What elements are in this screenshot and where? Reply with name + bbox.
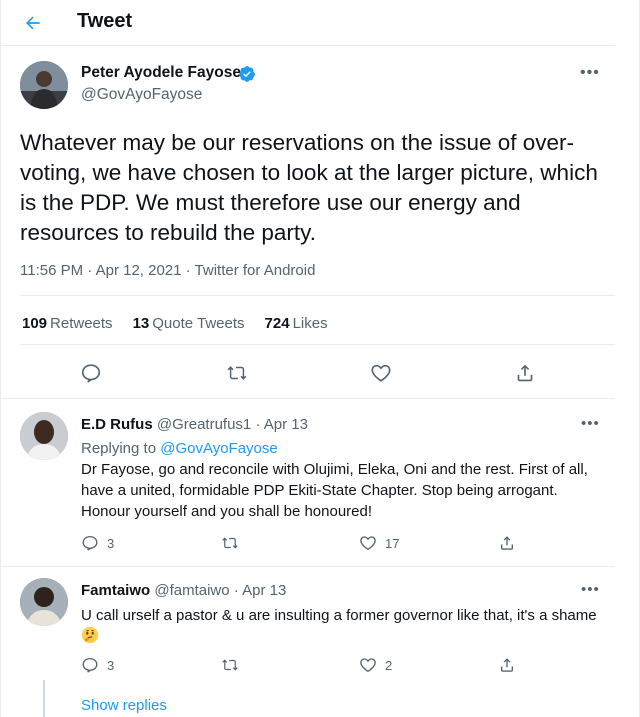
show-replies-link[interactable]: Show replies [81,697,167,714]
reply-button[interactable]: 3 [81,656,114,674]
page-title: Tweet [77,10,133,32]
reply-count: 3 [107,657,115,673]
reply-handle-time[interactable]: @famtaiwo · Apr 13 [154,582,286,599]
likes-count: 724 [264,315,290,332]
share-button[interactable] [498,656,516,674]
author-handle[interactable]: @GovAyoFayose [81,86,202,104]
reply-button[interactable]: 3 [81,534,114,552]
retweets-stat[interactable]: 109 Retweets [22,315,113,332]
tweet-timestamp[interactable]: 11:56 PM · Apr 12, 2021 · Twitter for An… [20,262,315,279]
like-icon [360,536,376,551]
reply-icon [82,657,98,673]
reply-author-name[interactable]: E.D Rufus [81,416,153,433]
like-icon [371,364,391,382]
retweet-button[interactable] [220,656,248,674]
like-button[interactable]: 17 [359,534,399,552]
more-options-icon[interactable]: ••• [580,64,600,82]
share-button[interactable] [510,358,540,388]
share-button[interactable] [498,534,516,552]
retweets-count: 109 [22,315,48,332]
reply-button[interactable] [76,358,106,388]
tweet-stats: 109 Retweets 13 Quote Tweets 724 Likes [22,315,328,332]
retweet-icon [227,366,247,380]
share-icon [501,658,513,672]
author-avatar[interactable] [20,61,68,109]
more-options-icon[interactable]: ••• [581,581,600,598]
quote-tweets-count: 13 [132,315,150,332]
back-button[interactable] [19,9,47,37]
reply-actions: 3 2 [81,656,601,678]
reply-text-container: U call urself a pastor & u are insulting… [81,605,601,648]
reply-avatar[interactable] [20,578,68,626]
replying-to: Replying to @GovAyoFayose [81,440,278,457]
divider [1,566,615,567]
verified-badge-icon [239,66,255,82]
retweets-label: Retweets [50,315,113,332]
avatar-photo [20,412,68,460]
share-icon [517,364,533,382]
quote-tweets-stat[interactable]: 13 Quote Tweets [133,315,245,332]
tweet-page: Tweet Peter Ayodele Fayose @GovAyoFayose… [0,0,640,717]
reply-avatar[interactable] [20,412,68,460]
likes-stat[interactable]: 724 Likes [265,315,328,332]
reply-header: E.D Rufus @Greatrufus1 · Apr 13 [81,416,308,433]
reply-author-name[interactable]: Famtaiwo [81,582,150,599]
like-count: 17 [385,535,400,551]
retweet-button[interactable] [222,358,252,388]
like-count: 2 [385,657,393,673]
retweet-icon [222,659,238,671]
reply-text: Dr Fayose, go and reconcile with Olujimi… [81,461,588,520]
divider [20,344,615,345]
likes-label: Likes [292,315,328,332]
reply-text: U call urself a pastor & u are insulting… [81,607,597,624]
thread-line [43,680,45,717]
reply-icon [81,364,101,383]
reply-handle-time[interactable]: @Greatrufus1 · Apr 13 [157,416,308,433]
retweet-icon [222,537,238,549]
mention-link[interactable]: @GovAyoFayose [160,440,278,457]
like-button[interactable] [366,358,396,388]
retweet-button[interactable] [220,534,248,552]
replying-to-label: Replying to [81,440,161,457]
thinking-face-icon [81,626,99,644]
page-header: Tweet [1,0,615,46]
like-button[interactable]: 2 [359,656,392,674]
like-icon [360,658,376,673]
divider [20,295,615,296]
reply-icon [82,535,98,551]
avatar-photo [20,61,68,109]
tweet-actions [1,358,615,388]
tweet-text: Whatever may be our reservations on the … [20,130,598,245]
author-name[interactable]: Peter Ayodele Fayose [81,64,241,82]
reply-header: Famtaiwo @famtaiwo · Apr 13 [81,582,286,599]
back-arrow-icon [26,16,40,30]
divider [1,398,615,399]
share-icon [501,536,513,550]
avatar-photo [20,578,68,626]
more-options-icon[interactable]: ••• [581,415,600,432]
reply-actions: 3 17 [81,534,601,556]
quote-tweets-label: Quote Tweets [152,315,245,332]
reply-count: 3 [107,535,115,551]
